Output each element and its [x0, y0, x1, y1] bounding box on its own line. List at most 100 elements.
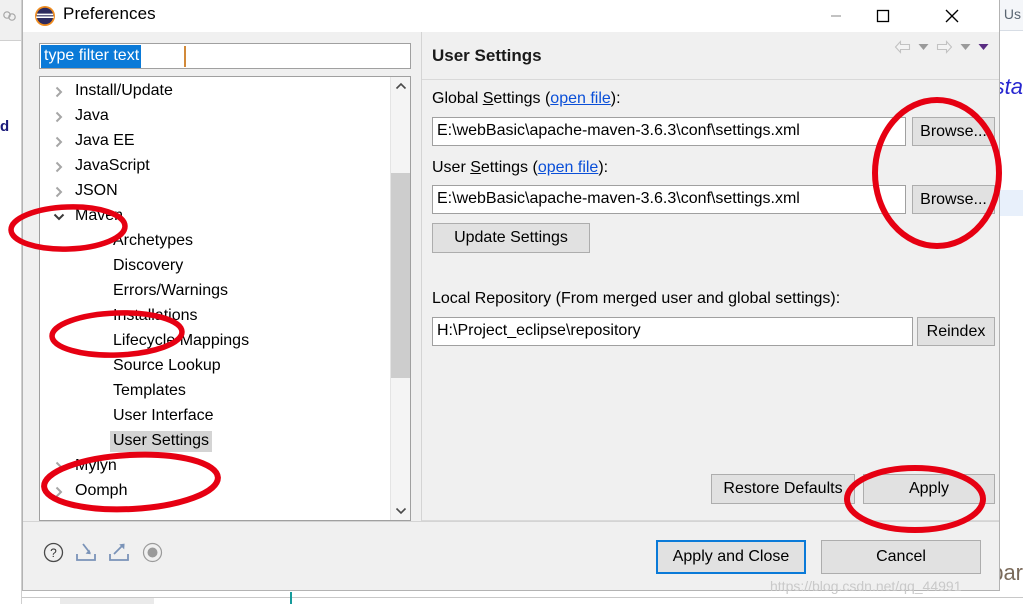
cancel-button[interactable]: Cancel	[821, 540, 981, 574]
reindex-button[interactable]: Reindex	[917, 317, 995, 346]
view-menu-chevron-down-icon[interactable]	[978, 43, 989, 51]
chevron-down-icon[interactable]	[52, 210, 66, 224]
chevron-right-icon[interactable]	[52, 85, 66, 99]
tree-item-label: User Settings	[110, 431, 213, 452]
tree-item-archetypes[interactable]: Archetypes	[40, 229, 196, 254]
tree-item-label: Lifecycle Mappings	[113, 332, 250, 349]
maximize-icon	[876, 9, 890, 23]
background-toolbar-icon	[3, 11, 16, 21]
chevron-right-icon[interactable]	[52, 460, 66, 474]
scroll-up-button[interactable]	[391, 77, 410, 96]
dialog-footer: ? Apply and Close Cancel	[23, 521, 999, 589]
background-left-toolbar	[0, 0, 22, 41]
restore-defaults-button[interactable]: Restore Defaults	[711, 474, 855, 504]
tree-item-json[interactable]: JSON	[40, 179, 121, 204]
filter-input-value: type filter text	[41, 45, 142, 68]
local-repository-label: Local Repository (From merged user and g…	[432, 290, 841, 307]
global-settings-open-file-link[interactable]: open file	[550, 90, 611, 107]
scroll-down-button[interactable]	[391, 501, 410, 520]
tree-item-label: Templates	[113, 382, 186, 399]
tree-item-label: JavaScript	[75, 157, 150, 174]
close-button[interactable]	[929, 0, 975, 32]
back-history-chevron-down-icon[interactable]	[918, 43, 929, 51]
chevron-down-icon	[395, 507, 406, 515]
user-settings-browse-button[interactable]: Browse...	[912, 185, 995, 214]
dialog-title: Preferences	[63, 4, 156, 23]
forward-history-chevron-down-icon[interactable]	[960, 43, 971, 51]
help-icon[interactable]: ?	[42, 541, 64, 563]
tree-item-source-lookup[interactable]: Source Lookup	[40, 354, 224, 379]
tree-item-label: Source Lookup	[113, 357, 221, 374]
eclipse-icon	[35, 6, 55, 26]
tree-item-label: Installations	[113, 307, 198, 324]
tree-item-user-settings[interactable]: User Settings	[40, 429, 213, 454]
text-caret	[184, 46, 186, 67]
chevron-right-icon[interactable]	[52, 135, 66, 149]
background-left-text: d	[0, 118, 10, 135]
global-settings-input[interactable]: E:\webBasic\apache-maven-3.6.3\conf\sett…	[432, 117, 906, 146]
preference-tree[interactable]: Install/Update Java Java EE JavaScript JSON M…	[39, 76, 411, 521]
close-icon	[945, 9, 959, 23]
tree-item-label: Java EE	[75, 132, 135, 149]
scrollbar-thumb[interactable]	[391, 173, 410, 378]
global-settings-label: Global Settings (open file):	[432, 90, 621, 107]
user-settings-open-file-link[interactable]: open file	[538, 159, 599, 176]
tree-item-user-interface[interactable]: User Interface	[40, 404, 216, 429]
chevron-right-icon[interactable]	[52, 485, 66, 499]
import-icon[interactable]	[75, 541, 97, 563]
tree-item-errors-warnings[interactable]: Errors/Warnings	[40, 279, 231, 304]
tree-item-label: JSON	[75, 182, 118, 199]
apply-and-close-button[interactable]: Apply and Close	[656, 540, 806, 574]
local-repository-input[interactable]: H:\Project_eclipse\repository	[432, 317, 913, 346]
global-settings-browse-button[interactable]: Browse...	[912, 117, 995, 146]
user-settings-label: User Settings (open file):	[432, 159, 609, 176]
tree-item-install-update[interactable]: Install/Update	[40, 79, 176, 104]
tree-item-java[interactable]: Java	[40, 104, 112, 129]
chevron-right-icon[interactable]	[52, 110, 66, 124]
update-settings-button[interactable]: Update Settings	[432, 223, 590, 253]
tree-item-templates[interactable]: Templates	[40, 379, 189, 404]
apply-button[interactable]: Apply	[863, 474, 995, 504]
tree-item-lifecycle-mappings[interactable]: Lifecycle Mappings	[40, 329, 252, 354]
background-bottom-rule	[22, 597, 1023, 598]
minimize-button[interactable]	[813, 0, 859, 32]
filter-input[interactable]: type filter text	[39, 43, 411, 69]
svg-text:?: ?	[50, 546, 57, 560]
minimize-icon	[831, 15, 841, 17]
tree-item-label: Java	[75, 107, 109, 124]
dialog-titlebar[interactable]: Preferences	[23, 0, 999, 32]
tree-item-label: Install/Update	[75, 82, 173, 99]
tree-item-label: Mylyn	[75, 457, 117, 474]
chevron-right-icon[interactable]	[52, 160, 66, 174]
user-settings-input[interactable]: E:\webBasic\apache-maven-3.6.3\conf\sett…	[432, 185, 906, 214]
tree-item-mylyn[interactable]: Mylyn	[40, 454, 120, 479]
tree-item-label: Oomph	[75, 482, 128, 499]
background-text-caret	[290, 592, 292, 604]
tree-item-maven[interactable]: Maven	[40, 204, 126, 229]
tree-item-label: Archetypes	[113, 232, 194, 249]
background-bottom-box	[60, 598, 154, 604]
tree-item-label: Errors/Warnings	[113, 282, 228, 299]
tree-item-oomph[interactable]: Oomph	[40, 479, 130, 504]
background-tab-label: Us	[1003, 6, 1021, 22]
page-title: User Settings	[432, 46, 542, 65]
maximize-button[interactable]	[860, 0, 906, 32]
tree-item-discovery[interactable]: Discovery	[40, 254, 186, 279]
page-title-divider	[422, 79, 999, 80]
tree-item-java-ee[interactable]: Java EE	[40, 129, 138, 154]
export-icon[interactable]	[108, 541, 130, 563]
user-settings-page: User Settings Global Settings (open file…	[422, 32, 999, 521]
chevron-right-icon[interactable]	[52, 185, 66, 199]
preferences-dialog: Preferences type filter text Install/Upd…	[22, 0, 1000, 591]
tree-item-javascript[interactable]: JavaScript	[40, 154, 153, 179]
chevron-up-icon	[395, 82, 406, 90]
arrow-right-icon[interactable]	[936, 40, 953, 54]
tree-scrollbar[interactable]	[390, 77, 410, 520]
global-settings-mnemonic: S	[482, 90, 494, 107]
oomph-record-icon[interactable]	[141, 541, 163, 563]
tree-item-label: User Interface	[113, 407, 214, 424]
user-settings-mnemonic: S	[470, 159, 481, 176]
tree-item-installations[interactable]: Installations	[40, 304, 201, 329]
tree-item-label: Maven	[75, 207, 124, 224]
arrow-left-icon[interactable]	[894, 40, 911, 54]
